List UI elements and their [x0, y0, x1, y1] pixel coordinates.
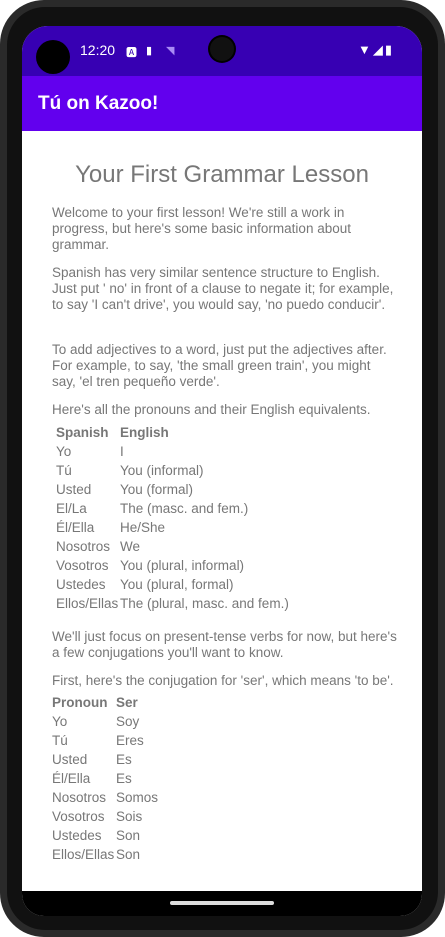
table-row: Ustedes You (plural, formal) [56, 575, 289, 594]
lesson-heading: Your First Grammar Lesson [75, 161, 369, 188]
table-row: Él/Ella He/She [56, 518, 289, 537]
notification-a-icon: 🅰 [126, 47, 137, 59]
table-row: Usted You (formal) [56, 480, 289, 499]
column-header: Ser [116, 695, 138, 710]
table-row: Ellos/Ellas The (plural, masc. and fem.) [56, 594, 289, 613]
table-row: Nosotros Somos [52, 788, 158, 807]
pronoun-cell: Yo [52, 714, 68, 729]
ser-intro: First, here's the conjugation for 'ser',… [52, 673, 394, 688]
table-row: Nosotros We [56, 537, 289, 556]
center-camera-icon [210, 37, 234, 61]
column-header: Spanish [56, 425, 109, 440]
lesson-content[interactable]: Your First Grammar Lesson Welcome to you… [22, 131, 422, 891]
table-row: Yo Soy [52, 712, 158, 731]
gesture-nav-bar [22, 891, 422, 916]
verbs-paragraph: We'll just focus on present-tense verbs … [52, 629, 397, 660]
spanish-cell: Él/Ella [56, 520, 95, 535]
pronoun-cell: Tú [52, 733, 68, 748]
english-cell: We [120, 539, 141, 554]
pronoun-cell: Ustedes [52, 828, 102, 843]
spanish-cell: Tú [56, 463, 72, 478]
status-right-icons: ▼◢▮ [358, 42, 394, 58]
spanish-cell: Yo [56, 444, 72, 459]
table-row: Usted Es [52, 750, 158, 769]
ser-conjugation-table: Pronoun Ser Yo Soy Tú Eres Usted Es Él/Ella… [52, 693, 158, 864]
table-row: Ellos/Ellas Son [52, 845, 158, 864]
table-row: Vosotros Sois [52, 807, 158, 826]
ser-cell: Es [116, 752, 132, 767]
battery-icon: ▮ [384, 42, 394, 57]
table-row: Tú You (informal) [56, 461, 289, 480]
structure-paragraph: Spanish has very similar sentence struct… [52, 265, 394, 312]
column-header: Pronoun [52, 695, 108, 710]
ser-cell: Son [116, 847, 141, 862]
table-row: Vosotros You (plural, informal) [56, 556, 289, 575]
table-header-row: Spanish English [56, 423, 289, 442]
english-cell: He/She [120, 520, 166, 535]
english-cell: You (informal) [120, 463, 204, 478]
adjectives-paragraph: To add adjectives to a word, just put th… [52, 342, 387, 389]
table-header-row: Pronoun Ser [52, 693, 158, 712]
table-row: Tú Eres [52, 731, 158, 750]
table-row: Yo I [56, 442, 289, 461]
english-cell: The (masc. and fem.) [120, 501, 249, 516]
english-cell: You (formal) [120, 482, 194, 497]
column-header: English [120, 425, 169, 440]
spanish-cell: Nosotros [56, 539, 111, 554]
spanish-cell: Ustedes [56, 577, 106, 592]
status-time: 12:20 [80, 42, 116, 58]
pronoun-cell: Vosotros [52, 809, 105, 824]
status-bar: 12:20 🅰 ▮ ◥ ▼◢▮ [22, 26, 422, 76]
app-bar: Tú on Kazoo! [22, 76, 422, 131]
screen: 12:20 🅰 ▮ ◥ ▼◢▮ Tú on Kazoo! Your First … [22, 26, 422, 916]
english-cell: The (plural, masc. and fem.) [120, 596, 289, 611]
spanish-cell: Ellos/Ellas [56, 596, 119, 611]
ser-cell: Es [116, 771, 132, 786]
signal-icon: ◢ [372, 42, 385, 57]
ser-cell: Son [116, 828, 141, 843]
english-cell: You (plural, formal) [120, 577, 234, 592]
ser-cell: Sois [116, 809, 143, 824]
front-camera-icon [36, 40, 70, 74]
pronoun-cell: Nosotros [52, 790, 107, 805]
table-row: El/La The (masc. and fem.) [56, 499, 289, 518]
table-row: Ustedes Son [52, 826, 158, 845]
wifi-question-icon: ◥ [166, 45, 175, 57]
wifi-icon: ▼ [357, 42, 373, 57]
pronoun-cell: Usted [52, 752, 88, 767]
spanish-cell: El/La [56, 501, 87, 516]
ser-cell: Soy [116, 714, 140, 729]
english-cell: You (plural, informal) [120, 558, 245, 573]
pronoun-cell: Él/Ella [52, 771, 91, 786]
sd-card-icon: ▮ [146, 45, 153, 57]
pronouns-table: Spanish English Yo I Tú You (informal) Ust… [56, 423, 289, 613]
ser-cell: Eres [116, 733, 144, 748]
spanish-cell: Vosotros [56, 558, 109, 573]
spanish-cell: Usted [56, 482, 92, 497]
pronouns-intro: Here's all the pronouns and their Englis… [52, 402, 371, 417]
app-title: Tú on Kazoo! [38, 93, 159, 114]
table-row: Él/Ella Es [52, 769, 158, 788]
pronoun-cell: Ellos/Ellas [52, 847, 115, 862]
intro-paragraph: Welcome to your first lesson! We're stil… [52, 205, 351, 252]
ser-cell: Somos [116, 790, 159, 805]
home-handle[interactable] [170, 901, 274, 905]
english-cell: I [120, 444, 124, 459]
